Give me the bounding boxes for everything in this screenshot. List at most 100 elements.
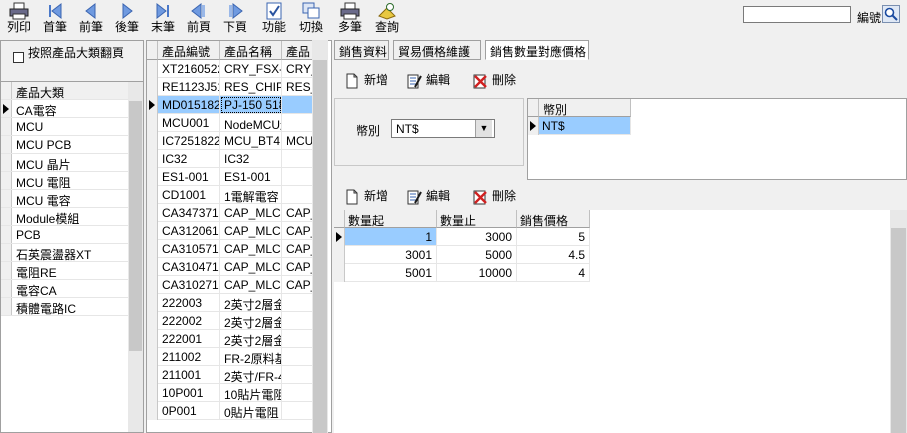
lower-edit-button[interactable]: 編輯 (406, 187, 450, 205)
function-button[interactable]: 功能 (259, 2, 289, 36)
product-row[interactable]: ES1-001 ES1-001 (147, 168, 313, 186)
qty-row[interactable]: 5001 10000 4 (334, 264, 590, 282)
product-extra-cell[interactable] (282, 168, 313, 186)
category-item[interactable]: 石英震盪器XT (1, 244, 128, 262)
product-name-cell[interactable]: IC32 (220, 150, 282, 168)
product-code-cell[interactable]: 211002 (158, 348, 220, 366)
product-code-cell[interactable]: MCU001 (158, 114, 220, 132)
lower-add-button[interactable]: 新增 (344, 187, 388, 205)
product-code-cell[interactable]: ES1-001 (158, 168, 220, 186)
query-button[interactable]: 查詢 (372, 2, 402, 36)
product-code-cell[interactable]: CA3473712 (158, 204, 220, 222)
product-row[interactable]: CA3104712CAP_MLCCCAP_ (147, 258, 313, 276)
product-row[interactable]: MD0151822PJ-150 518 (147, 96, 313, 114)
price-cell[interactable]: 5 (517, 228, 590, 246)
product-extra-cell[interactable] (282, 330, 313, 348)
last-record-button[interactable]: 末筆 (148, 2, 178, 36)
qty-col-header-from[interactable]: 數量起 (345, 210, 437, 228)
qty-to-cell[interactable]: 3000 (437, 228, 517, 246)
product-name-cell[interactable]: CAP_MLCC (220, 240, 282, 258)
product-row[interactable]: 10P001 10貼片電阻 (147, 384, 313, 402)
category-item[interactable]: 電容CA (1, 280, 128, 298)
product-extra-cell[interactable]: CAP_ (282, 258, 313, 276)
product-scrollbar-thumb[interactable] (313, 60, 327, 433)
product-extra-cell[interactable]: CAP_ (282, 222, 313, 240)
product-extra-cell[interactable] (282, 348, 313, 366)
product-code-cell[interactable]: IC32 (158, 150, 220, 168)
category-scrollbar-thumb[interactable] (129, 101, 142, 351)
product-row[interactable]: XT2160522CRY_FSX-2CRY_ (147, 60, 313, 78)
product-name-cell[interactable]: PJ-150 518 (220, 96, 282, 114)
qty-col-header-to[interactable]: 數量止 (437, 210, 517, 228)
product-extra-cell[interactable]: CAP_ (282, 204, 313, 222)
category-item[interactable]: 電阻RE (1, 262, 128, 280)
qty-from-cell[interactable]: 1 (345, 228, 437, 246)
product-name-cell[interactable]: 0貼片電阻 (220, 402, 282, 420)
product-code-cell[interactable]: CA3104712 (158, 258, 220, 276)
upper-edit-button[interactable]: 編輯 (406, 71, 450, 89)
category-item[interactable]: Module模組 (1, 208, 128, 226)
product-extra-cell[interactable] (282, 366, 313, 384)
product-name-cell[interactable]: CAP_MLCC (220, 276, 282, 294)
product-extra-cell[interactable] (282, 186, 313, 204)
product-extra-cell[interactable]: CAP_ (282, 276, 313, 294)
product-row[interactable]: 211001 2英寸/FR-4 (147, 366, 313, 384)
next-page-button[interactable]: 下頁 (220, 2, 250, 36)
product-name-cell[interactable]: 2英寸/FR-4 (220, 366, 282, 384)
product-row[interactable]: IC32 IC32 (147, 150, 313, 168)
price-cell[interactable]: 4 (517, 264, 590, 282)
qty-from-cell[interactable]: 3001 (345, 246, 437, 264)
product-extra-cell[interactable] (282, 114, 313, 132)
prev-page-button[interactable]: 前頁 (184, 2, 214, 36)
product-col-header-code[interactable]: 產品編號 (158, 41, 220, 60)
product-extra-cell[interactable] (282, 384, 313, 402)
product-row[interactable]: RE1123J51RES_CHIPRES_ (147, 78, 313, 96)
product-code-cell[interactable]: CA3120612 (158, 222, 220, 240)
qty-scrollbar-thumb[interactable] (891, 228, 906, 433)
product-code-cell[interactable]: XT2160522 (158, 60, 220, 78)
upper-add-button[interactable]: 新增 (344, 71, 388, 89)
chevron-down-icon[interactable]: ▼ (475, 120, 492, 137)
qty-row[interactable]: 1 3000 5 (334, 228, 590, 246)
category-item[interactable]: MCU 晶片 (1, 154, 128, 172)
product-name-cell[interactable]: RES_CHIP (220, 78, 282, 96)
category-item[interactable]: MCU (1, 118, 128, 136)
product-code-cell[interactable]: 222002 (158, 312, 220, 330)
product-row[interactable]: 222003 2英寸2層金 (147, 294, 313, 312)
qty-col-header-price[interactable]: 銷售價格 (517, 210, 590, 228)
product-name-cell[interactable]: 2英寸2層金 (220, 330, 282, 348)
category-item[interactable]: MCU PCB (1, 136, 128, 154)
product-col-header-extra[interactable]: 產品 (282, 41, 313, 60)
category-item[interactable]: CA電容 (1, 100, 128, 118)
first-record-button[interactable]: 首筆 (40, 2, 70, 36)
product-row[interactable]: IC7251822€MCU_BT4.0MCU_ (147, 132, 313, 150)
product-code-cell[interactable]: 222003 (158, 294, 220, 312)
tab-trade-price[interactable]: 貿易價格維護 (393, 40, 481, 60)
product-extra-cell[interactable]: RES_ (282, 78, 313, 96)
price-cell[interactable]: 4.5 (517, 246, 590, 264)
product-row[interactable]: CA3105712CAP_MLCCCAP_ (147, 240, 313, 258)
category-item[interactable]: PCB (1, 226, 128, 244)
product-name-cell[interactable]: 10貼片電阻 (220, 384, 282, 402)
product-name-cell[interactable]: CAP_MLCC (220, 222, 282, 240)
product-code-cell[interactable]: CA3105712 (158, 240, 220, 258)
upper-delete-button[interactable]: 刪除 (472, 71, 516, 89)
qty-from-cell[interactable]: 5001 (345, 264, 437, 282)
product-code-cell[interactable]: IC7251822€ (158, 132, 220, 150)
currency-grid-cell[interactable]: NT$ (539, 117, 631, 135)
category-item[interactable]: 積體電路IC (1, 298, 128, 316)
product-row[interactable]: 222001 2英寸2層金 (147, 330, 313, 348)
category-item[interactable]: MCU 電阻 (1, 172, 128, 190)
product-row[interactable]: CD1001 1電解電容 (147, 186, 313, 204)
product-extra-cell[interactable] (282, 150, 313, 168)
product-name-cell[interactable]: 1電解電容 (220, 186, 282, 204)
product-code-cell[interactable]: MD0151822 (158, 96, 220, 114)
product-name-cell[interactable]: FR-2原料基 (220, 348, 282, 366)
product-code-cell[interactable]: RE1123J51 (158, 78, 220, 96)
lower-delete-button[interactable]: 刪除 (472, 187, 516, 205)
product-name-cell[interactable]: 2英寸2層金 (220, 294, 282, 312)
product-row[interactable]: 222002 2英寸2層金 (147, 312, 313, 330)
product-code-cell[interactable]: CD1001 (158, 186, 220, 204)
qty-to-cell[interactable]: 10000 (437, 264, 517, 282)
switch-button[interactable]: 切換 (296, 2, 326, 36)
